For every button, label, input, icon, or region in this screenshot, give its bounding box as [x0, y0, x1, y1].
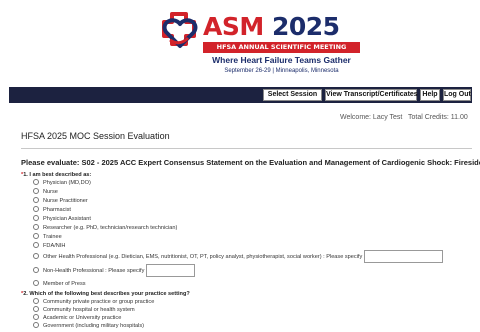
header-banner: ASM 2025 HFSA ANNUAL SCIENTIFIC MEETING …	[0, 0, 480, 88]
q1-option-trainee[interactable]: Trainee	[33, 233, 62, 241]
q1-option-physician[interactable]: Physician (MD,DO)	[33, 179, 91, 187]
heart-cross-logo-icon	[162, 12, 198, 48]
radio-button[interactable]	[33, 215, 39, 221]
question-2-label: *2. Which of the following best describe…	[21, 291, 190, 297]
non-health-professional-specify-input[interactable]	[146, 264, 196, 278]
radio-button[interactable]	[33, 179, 39, 185]
q1-option-researcher[interactable]: Researcher (e.g. PhD, technician/researc…	[33, 224, 177, 232]
radio-button[interactable]	[33, 233, 39, 239]
q1-option-nurse-practitioner[interactable]: Nurse Practitioner	[33, 197, 88, 205]
view-transcript-button[interactable]: View Transcript/Certificates	[325, 89, 418, 101]
other-health-professional-specify-input[interactable]	[364, 250, 444, 264]
radio-button[interactable]	[33, 206, 39, 212]
q1-option-other-health-professional[interactable]: Other Health Professional (e.g. Dieticia…	[33, 250, 444, 264]
q1-option-member-of-press[interactable]: Member of Press	[33, 280, 86, 288]
q2-option-community-hospital[interactable]: Community hospital or health system	[33, 306, 135, 314]
radio-button[interactable]	[33, 242, 39, 248]
event-tagline: Where Heart Failure Teams Gather	[212, 55, 351, 65]
q1-option-pharmacist[interactable]: Pharmacist	[33, 206, 71, 214]
radio-button[interactable]	[33, 197, 39, 203]
q1-option-fda-nih[interactable]: FDA/NIH	[33, 242, 65, 250]
q1-option-non-health-professional[interactable]: Non-Health Professional : Please specify	[33, 264, 196, 278]
q2-option-government[interactable]: Government (including military hospitals…	[33, 322, 144, 330]
q1-option-physician-assistant[interactable]: Physician Assistant	[33, 215, 91, 223]
q1-option-nurse[interactable]: Nurse	[33, 188, 58, 196]
event-dates: September 26-29 | Minneapolis, Minnesota	[224, 68, 339, 74]
select-session-button[interactable]: Select Session	[263, 89, 322, 101]
log-out-button[interactable]: Log Out	[443, 89, 471, 101]
event-title: ASM 2025	[203, 12, 340, 41]
help-button[interactable]: Help	[420, 89, 440, 101]
welcome-text: Welcome: Lacy Test	[340, 114, 403, 121]
question-1-label: *1. I am best described as:	[21, 172, 92, 178]
total-credits: Total Credits: 11.00	[408, 114, 468, 121]
radio-button[interactable]	[33, 298, 39, 304]
radio-button[interactable]	[33, 224, 39, 230]
radio-button[interactable]	[33, 188, 39, 194]
radio-button[interactable]	[33, 253, 39, 259]
radio-button[interactable]	[33, 322, 39, 328]
q2-option-academic-university[interactable]: Academic or University practice	[33, 314, 121, 322]
radio-button[interactable]	[33, 280, 39, 286]
session-being-evaluated: Please evaluate: S02 - 2025 ACC Expert C…	[21, 158, 480, 167]
radio-button[interactable]	[33, 314, 39, 320]
page-title: HFSA 2025 MOC Session Evaluation	[21, 131, 170, 141]
q2-option-community-private-practice[interactable]: Community private practice or group prac…	[33, 298, 154, 306]
radio-button[interactable]	[33, 267, 39, 273]
radio-button[interactable]	[33, 306, 39, 312]
event-subtitle: HFSA ANNUAL SCIENTIFIC MEETING	[203, 42, 360, 53]
title-divider	[21, 148, 472, 149]
top-nav-bar: Select Session View Transcript/Certifica…	[9, 87, 472, 103]
